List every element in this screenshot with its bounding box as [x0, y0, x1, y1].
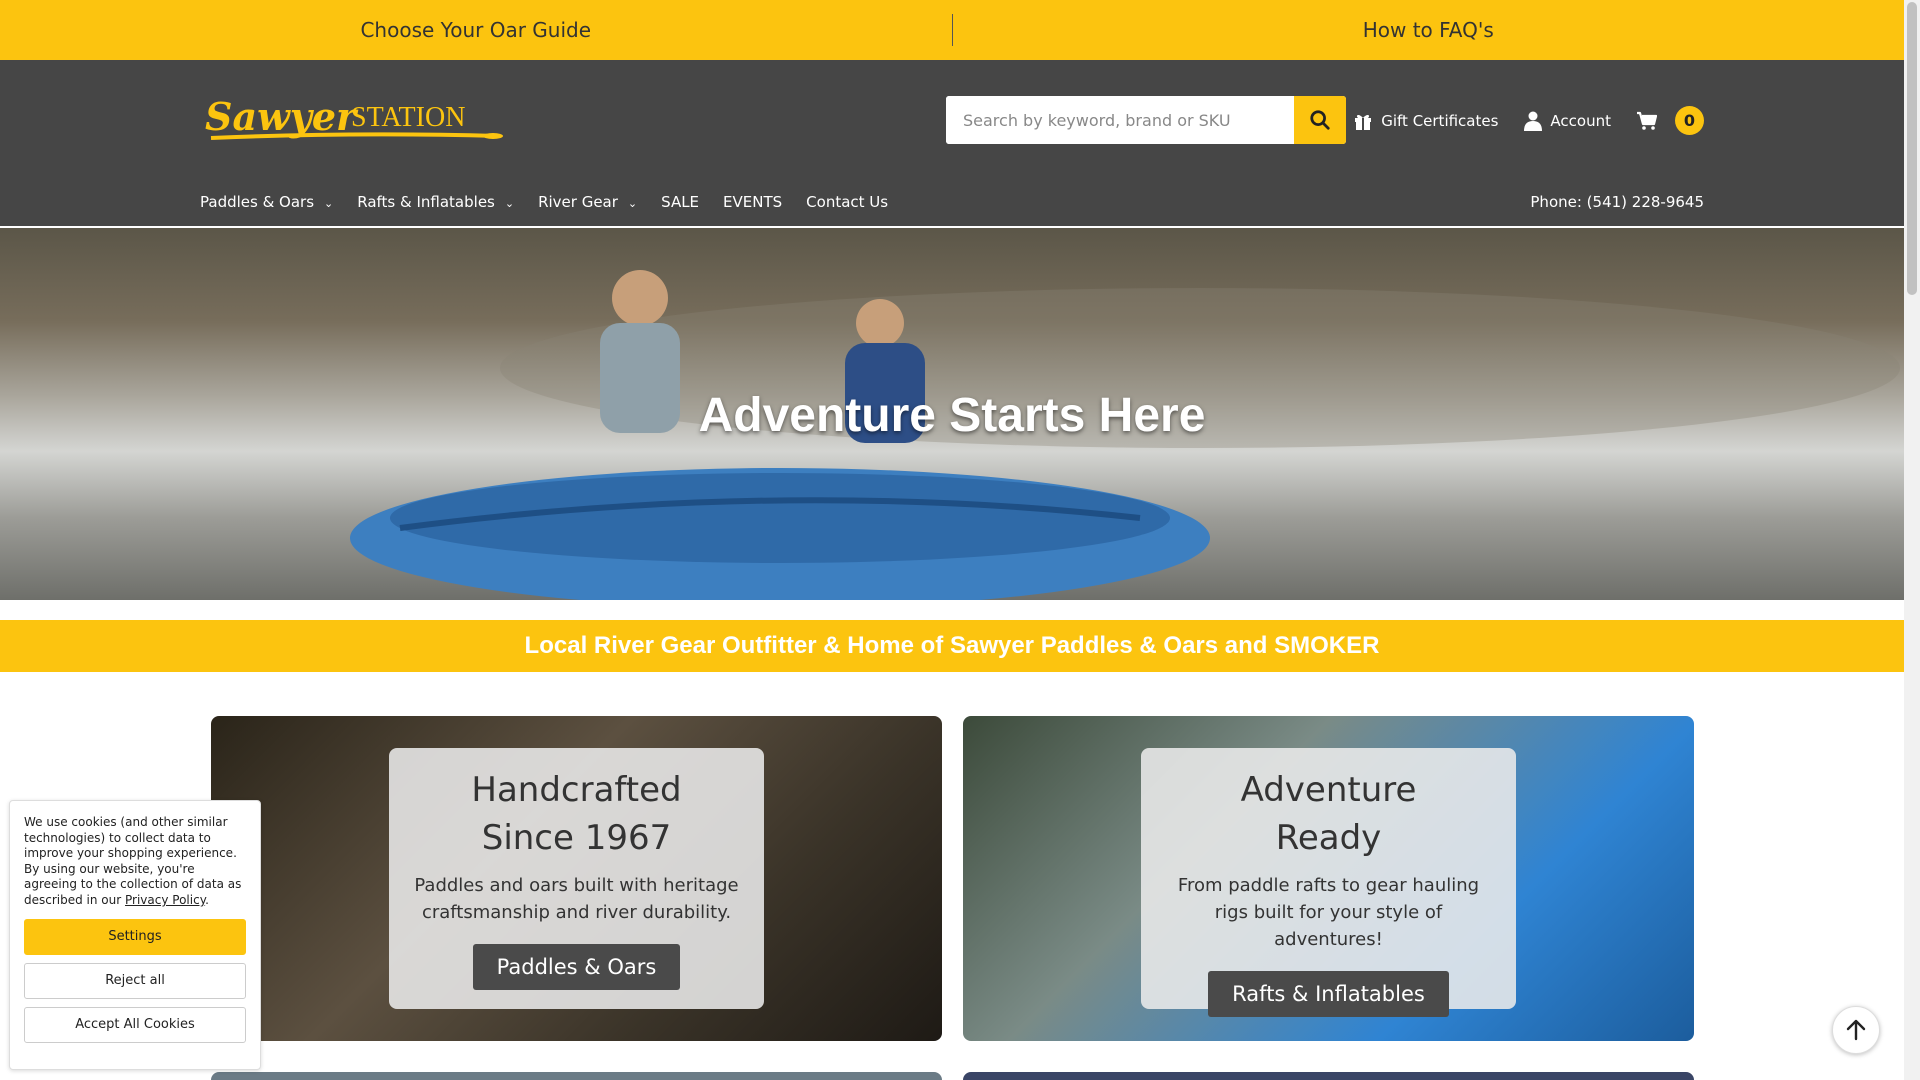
faq-link[interactable]: How to FAQ's [953, 18, 1905, 42]
nav-label: EVENTS [723, 193, 783, 211]
search-bar [946, 96, 1346, 144]
main-nav: Paddles & Oars ⌄ Rafts & Inflatables ⌄ R… [200, 193, 888, 211]
search-button[interactable] [1294, 96, 1346, 144]
cookie-period: . [205, 892, 209, 907]
card-title: Handcrafted Since 1967 [389, 766, 764, 862]
nav-label: River Gear [538, 193, 618, 211]
nav-label: Rafts & Inflatables [357, 193, 495, 211]
search-icon [1310, 110, 1330, 130]
scroll-to-top-button[interactable] [1832, 1006, 1880, 1054]
tagline-banner: Local River Gear Outfitter & Home of Saw… [0, 620, 1904, 672]
feature-card-panel: Adventure Ready From paddle rafts to gea… [1141, 748, 1516, 1017]
feature-card-peek [963, 1072, 1694, 1080]
card-title-line2: Since 1967 [481, 818, 672, 858]
cart-count-badge: 0 [1675, 106, 1704, 135]
sawyer-station-logo[interactable]: Sawyer STATION [203, 90, 505, 150]
header-links: Gift Certificates Account 0 [1353, 106, 1704, 135]
nav-label: SALE [661, 193, 700, 211]
user-icon [1524, 111, 1543, 131]
feature-card-panel: Handcrafted Since 1967 Paddles and oars … [389, 748, 764, 1009]
site-header: Sawyer STATION Gift Certificates [0, 60, 1904, 226]
cart-link[interactable]: 0 [1637, 106, 1704, 135]
cookie-text: We use cookies (and other similar techno… [24, 815, 247, 909]
scrollbar-thumb[interactable] [1907, 2, 1917, 295]
paddles-oars-button[interactable]: Paddles & Oars [472, 944, 681, 990]
promo-bar: Choose Your Oar Guide How to FAQ's [0, 0, 1904, 60]
nav-events[interactable]: EVENTS [723, 193, 782, 211]
nav-paddles-oars[interactable]: Paddles & Oars ⌄ [200, 193, 333, 211]
cookie-accept-button[interactable]: Accept All Cookies [24, 1006, 246, 1043]
nav-rafts-inflatables[interactable]: Rafts & Inflatables ⌄ [357, 193, 514, 211]
gift-certificates-label: Gift Certificates [1381, 111, 1499, 130]
chevron-down-icon: ⌄ [504, 196, 515, 210]
card-title: Adventure Ready [1141, 766, 1516, 862]
chevron-down-icon: ⌄ [324, 196, 334, 210]
nav-contact-us[interactable]: Contact Us [806, 193, 888, 211]
account-link[interactable]: Account [1524, 111, 1611, 131]
search-input[interactable] [946, 96, 1294, 144]
account-label: Account [1550, 111, 1611, 130]
gift-icon [1355, 114, 1372, 130]
cookie-settings-button[interactable]: Settings [24, 918, 246, 955]
page-scrollbar[interactable] [1904, 0, 1920, 1080]
hero-title: Adventure Starts Here [698, 389, 1206, 442]
card-title-line1: Handcrafted [471, 770, 682, 810]
rafts-inflatables-button[interactable]: Rafts & Inflatables [1208, 971, 1449, 1017]
svg-text:STATION: STATION [351, 102, 465, 133]
gift-certificates-link[interactable]: Gift Certificates [1353, 111, 1498, 131]
card-text: Paddles and oars built with heritage cra… [414, 875, 739, 923]
arrow-up-icon [1846, 1019, 1866, 1041]
feature-card-peek [211, 1072, 942, 1080]
nav-river-gear[interactable]: River Gear ⌄ [538, 193, 637, 211]
nav-sale[interactable]: SALE [661, 193, 699, 211]
card-title-line1: Adventure [1240, 770, 1417, 810]
feature-card-paddles: Handcrafted Since 1967 Paddles and oars … [211, 716, 942, 1041]
phone-number[interactable]: Phone: (541) 228-9645 [1530, 193, 1704, 211]
nav-label: Paddles & Oars [200, 193, 315, 211]
nav-label: Contact Us [806, 193, 889, 211]
svg-text:Sawyer: Sawyer [205, 94, 359, 139]
chevron-down-icon: ⌄ [627, 196, 638, 210]
hero-banner: Adventure Starts Here [0, 228, 1904, 600]
cart-icon [1637, 111, 1657, 130]
cookie-reject-button[interactable]: Reject all [24, 962, 246, 999]
card-title-line2: Ready [1275, 818, 1382, 858]
card-text: From paddle rafts to gear hauling rigs b… [1177, 875, 1480, 950]
cookie-banner: We use cookies (and other similar techno… [9, 800, 261, 1070]
privacy-policy-link[interactable]: Privacy Policy [125, 893, 205, 907]
feature-card-rafts: Adventure Ready From paddle rafts to gea… [963, 716, 1694, 1041]
oar-guide-link[interactable]: Choose Your Oar Guide [0, 18, 952, 42]
